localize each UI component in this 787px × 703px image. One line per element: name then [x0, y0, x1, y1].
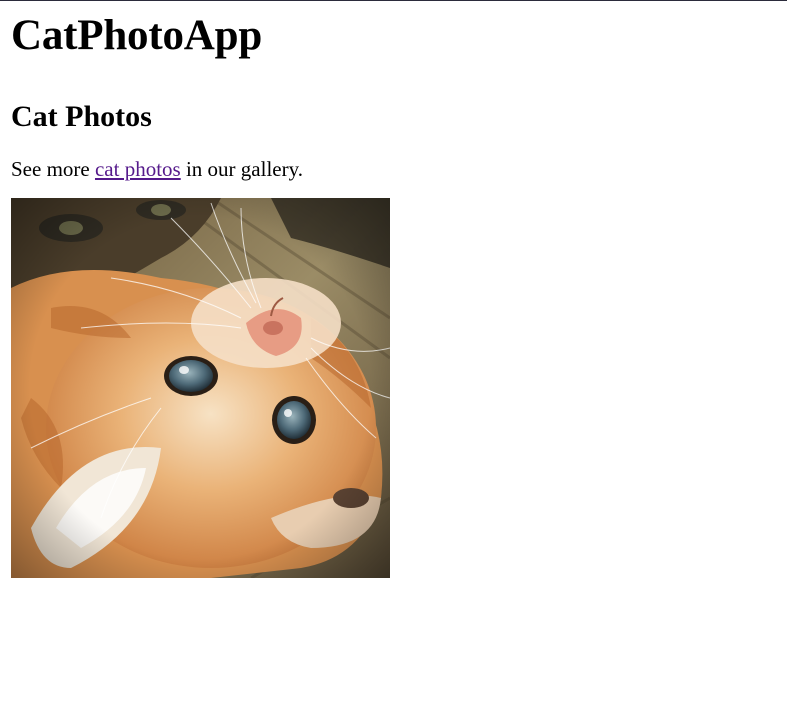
page-content: CatPhotoApp Cat Photos See more cat phot…: [0, 1, 787, 578]
intro-text-before: See more: [11, 157, 95, 181]
section-heading: Cat Photos: [11, 100, 152, 133]
page-title: CatPhotoApp: [11, 12, 263, 59]
intro-text-after: in our gallery.: [180, 157, 303, 181]
gallery-intro-text: See more cat photos in our gallery.: [11, 134, 787, 182]
cat-photos-link[interactable]: cat photos: [95, 157, 181, 181]
kitten-photo: [11, 198, 390, 578]
